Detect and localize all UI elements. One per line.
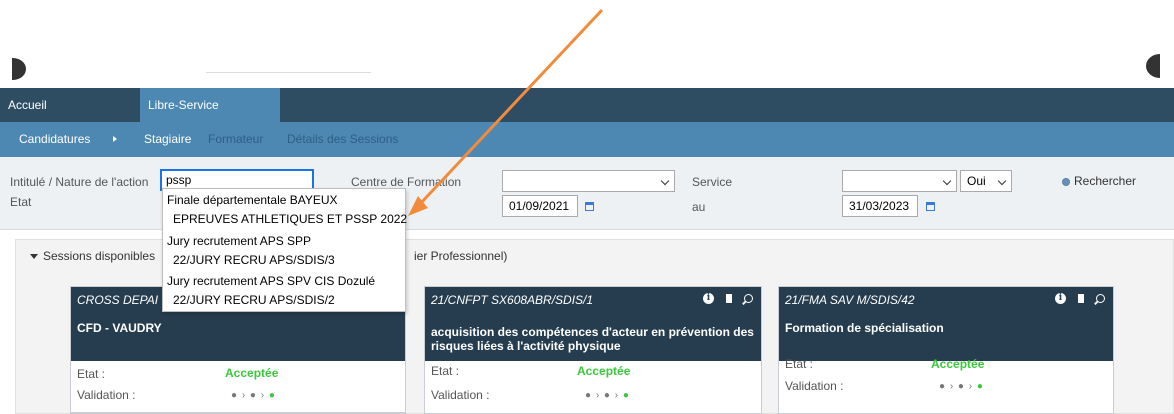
status-badge: Acceptée bbox=[577, 364, 631, 378]
session-card-header: 21/FMA SAV M/SDIS/42 i Formation de spéc… bbox=[779, 287, 1113, 361]
card-divider bbox=[71, 412, 405, 413]
document-icon[interactable] bbox=[726, 294, 732, 303]
caret-right-icon bbox=[113, 136, 117, 142]
validation-label: Validation : bbox=[785, 379, 844, 393]
main-nav: Accueil Libre-Service bbox=[0, 88, 1174, 122]
triangle-down-icon bbox=[30, 254, 38, 260]
chevron-down-icon bbox=[997, 176, 1007, 186]
sessions-panel-title-suffix: ier Professionnel) bbox=[414, 249, 508, 263]
search-icon[interactable] bbox=[744, 294, 753, 303]
centre-formation-label: Centre de Formation bbox=[351, 175, 462, 189]
session-name: Formation de spécialisation bbox=[785, 321, 944, 335]
header-search-underline bbox=[206, 72, 371, 73]
document-icon[interactable] bbox=[1078, 294, 1084, 303]
session-name: acquisition des compétences d'acteur en … bbox=[431, 325, 754, 353]
etat-label: Etat : bbox=[785, 357, 814, 371]
session-code: 21/FMA SAV M/SDIS/42 bbox=[785, 293, 915, 307]
date-from-input[interactable]: 01/09/2021 bbox=[502, 195, 578, 217]
calendar-icon[interactable] bbox=[926, 202, 935, 211]
session-card[interactable]: 21/CNFPT SX608ABR/SDIS/1 i acquisition d… bbox=[424, 286, 762, 414]
autocomplete-option[interactable]: EPREUVES ATHLETIQUES ET PSSP 2022 bbox=[173, 212, 407, 226]
validation-steps-icon: ● › ● › ● bbox=[585, 390, 630, 401]
info-icon[interactable]: i bbox=[1055, 293, 1066, 304]
centre-formation-select[interactable] bbox=[502, 170, 675, 192]
validation-label: Validation : bbox=[77, 388, 136, 402]
gear-icon bbox=[1062, 177, 1070, 186]
card-actions: i bbox=[703, 293, 753, 304]
oui-select-value: Oui bbox=[967, 174, 986, 188]
autocomplete-dropdown: Finale départementale BAYEUX EPREUVES AT… bbox=[162, 188, 407, 312]
search-icon[interactable] bbox=[1096, 294, 1105, 303]
etat-label: Etat : bbox=[431, 364, 460, 378]
subnav-candidatures[interactable]: Candidatures bbox=[19, 122, 90, 157]
autocomplete-option[interactable]: 22/JURY RECRU APS/SDIS/3 bbox=[173, 253, 335, 267]
autocomplete-option[interactable]: Finale départementale BAYEUX bbox=[167, 193, 338, 207]
etat-label: Etat bbox=[10, 195, 32, 209]
card-actions: i bbox=[1055, 293, 1105, 304]
info-icon[interactable]: i bbox=[703, 293, 714, 304]
session-name: CFD - VAUDRY bbox=[77, 321, 162, 335]
chevron-down-icon bbox=[942, 176, 952, 186]
validation-steps-icon: ● › ● › ● bbox=[231, 390, 276, 401]
tab-libre-service[interactable]: Libre-Service bbox=[140, 88, 280, 122]
status-badge: Acceptée bbox=[225, 366, 279, 380]
session-code: 21/CNFPT SX608ABR/SDIS/1 bbox=[431, 293, 594, 307]
tab-accueil[interactable]: Accueil bbox=[0, 88, 140, 122]
sessions-panel-title: Sessions disponibles bbox=[43, 249, 156, 263]
intitule-label: Intitulé / Nature de l'action bbox=[10, 175, 149, 189]
validation-label: Validation : bbox=[431, 388, 490, 402]
status-badge: Acceptée bbox=[931, 357, 985, 371]
service-label: Service bbox=[692, 175, 733, 189]
subnav-stagiaire[interactable]: Stagiaire bbox=[144, 122, 191, 157]
validation-steps-icon: ● › ● › ● bbox=[939, 381, 984, 392]
autocomplete-option[interactable]: Jury recrutement APS SPP bbox=[167, 234, 311, 248]
search-button-label: Rechercher bbox=[1074, 174, 1137, 188]
date-to-input[interactable]: 31/03/2023 bbox=[842, 195, 918, 217]
session-card-header: 21/CNFPT SX608ABR/SDIS/1 i acquisition d… bbox=[425, 287, 761, 361]
chevron-down-icon bbox=[660, 176, 670, 186]
session-card[interactable]: 21/FMA SAV M/SDIS/42 i Formation de spéc… bbox=[778, 286, 1114, 414]
au-label: au bbox=[692, 200, 706, 214]
autocomplete-option[interactable]: Jury recrutement APS SPV CIS Dozulé bbox=[167, 274, 375, 288]
calendar-icon[interactable] bbox=[585, 202, 594, 211]
subnav-formateur[interactable]: Formateur bbox=[208, 122, 263, 157]
session-code: CROSS DEPAI bbox=[77, 293, 159, 307]
subnav-details-sessions[interactable]: Détails des Sessions bbox=[287, 122, 398, 157]
oui-select[interactable]: Oui bbox=[960, 170, 1012, 192]
sessions-panel-toggle[interactable]: Sessions disponibles bbox=[30, 249, 155, 263]
service-select[interactable] bbox=[842, 170, 957, 192]
autocomplete-option[interactable]: 22/JURY RECRU APS/SDIS/2 bbox=[173, 293, 335, 307]
search-button[interactable]: Rechercher bbox=[1062, 174, 1136, 188]
etat-label: Etat : bbox=[77, 367, 106, 381]
top-header-strip bbox=[0, 0, 1174, 88]
sub-nav: Candidatures Stagiaire Formateur Détails… bbox=[0, 122, 1174, 157]
